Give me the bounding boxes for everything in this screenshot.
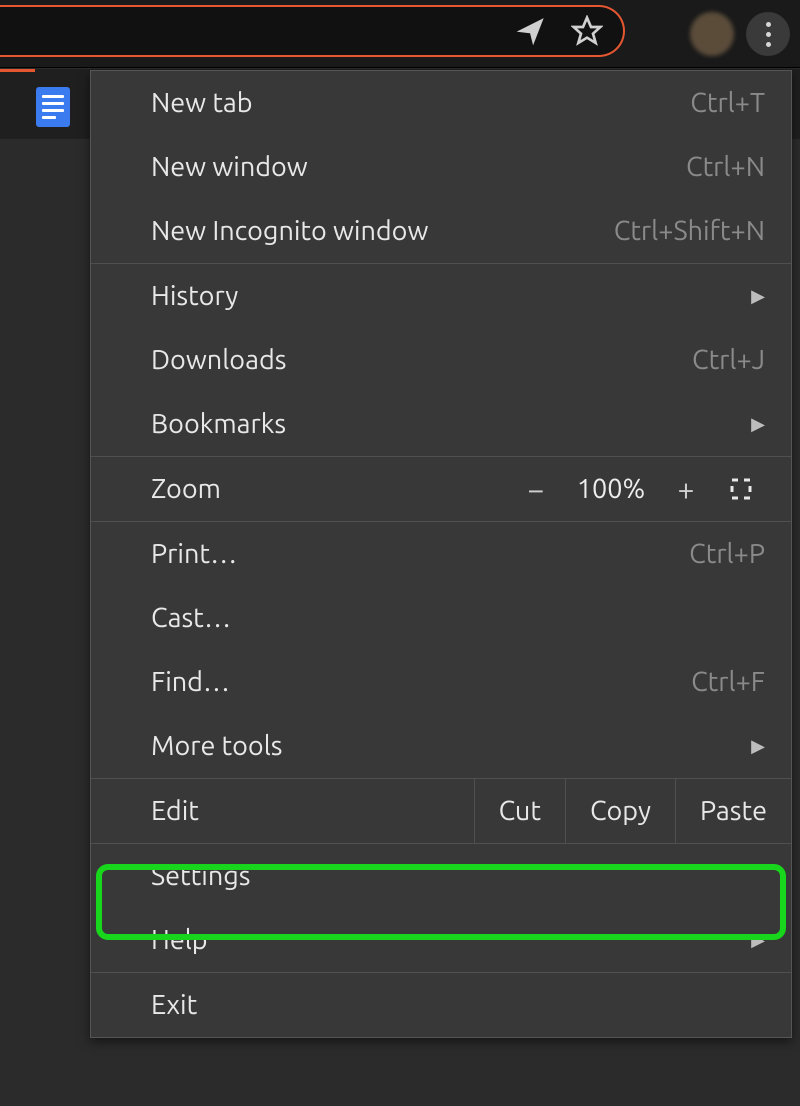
menu-label: Help (151, 925, 745, 955)
menu-shortcut: Ctrl+F (691, 667, 765, 697)
menu-label: History (151, 281, 745, 311)
menu-label: Bookmarks (151, 409, 745, 439)
menu-label: Edit (151, 796, 474, 826)
menu-shortcut: Ctrl+Shift+N (614, 216, 765, 246)
menu-label: More tools (151, 731, 745, 761)
chevron-right-icon: ▶ (751, 736, 765, 757)
menu-shortcut: Ctrl+T (690, 88, 765, 118)
zoom-out-button[interactable]: − (511, 472, 561, 506)
menu-item-new-tab[interactable]: New tab Ctrl+T (91, 71, 791, 135)
menu-shortcut: Ctrl+N (686, 152, 765, 182)
menu-label: Print… (151, 539, 689, 569)
fullscreen-icon[interactable] (711, 477, 771, 501)
menu-item-more-tools[interactable]: More tools ▶ (91, 714, 791, 778)
zoom-value: 100% (561, 474, 661, 504)
active-tab-indicator (0, 69, 35, 72)
menu-shortcut: Ctrl+J (692, 345, 765, 375)
menu-item-history[interactable]: History ▶ (91, 264, 791, 328)
menu-item-new-incognito-window[interactable]: New Incognito window Ctrl+Shift+N (91, 199, 791, 263)
chevron-right-icon: ▶ (751, 286, 765, 307)
menu-label: Find… (151, 667, 691, 697)
zoom-in-button[interactable]: + (661, 472, 711, 506)
menu-item-downloads[interactable]: Downloads Ctrl+J (91, 328, 791, 392)
omnibox-right-section (0, 5, 625, 57)
menu-label: Cast… (151, 603, 765, 633)
chevron-right-icon: ▶ (751, 414, 765, 435)
menu-item-print[interactable]: Print… Ctrl+P (91, 522, 791, 586)
menu-item-cast[interactable]: Cast… (91, 586, 791, 650)
send-icon[interactable] (517, 17, 545, 45)
menu-label: Settings (151, 861, 765, 891)
google-docs-icon[interactable] (36, 87, 70, 127)
edit-paste-button[interactable]: Paste (675, 779, 791, 843)
menu-label: Downloads (151, 345, 692, 375)
menu-label: New Incognito window (151, 216, 614, 246)
menu-item-new-window[interactable]: New window Ctrl+N (91, 135, 791, 199)
menu-item-settings[interactable]: Settings (91, 844, 791, 908)
menu-item-bookmarks[interactable]: Bookmarks ▶ (91, 392, 791, 456)
browser-main-menu: New tab Ctrl+T New window Ctrl+N New Inc… (90, 70, 792, 1038)
profile-avatar[interactable] (690, 12, 734, 56)
menu-label: New tab (151, 88, 690, 118)
menu-item-help[interactable]: Help ▶ (91, 908, 791, 972)
menu-label: Exit (151, 990, 765, 1020)
menu-shortcut: Ctrl+P (689, 539, 765, 569)
menu-item-zoom: Zoom − 100% + (91, 457, 791, 521)
browser-toolbar (0, 0, 800, 68)
bookmark-star-icon[interactable] (571, 15, 603, 47)
menu-item-edit: Edit Cut Copy Paste (91, 779, 791, 843)
menu-label: New window (151, 152, 686, 182)
browser-menu-button[interactable] (746, 12, 790, 56)
toolbar-right-icons (690, 0, 790, 68)
menu-item-find[interactable]: Find… Ctrl+F (91, 650, 791, 714)
chevron-right-icon: ▶ (751, 930, 765, 951)
edit-copy-button[interactable]: Copy (565, 779, 675, 843)
menu-label: Zoom (151, 474, 511, 504)
menu-item-exit[interactable]: Exit (91, 973, 791, 1037)
edit-cut-button[interactable]: Cut (474, 779, 565, 843)
